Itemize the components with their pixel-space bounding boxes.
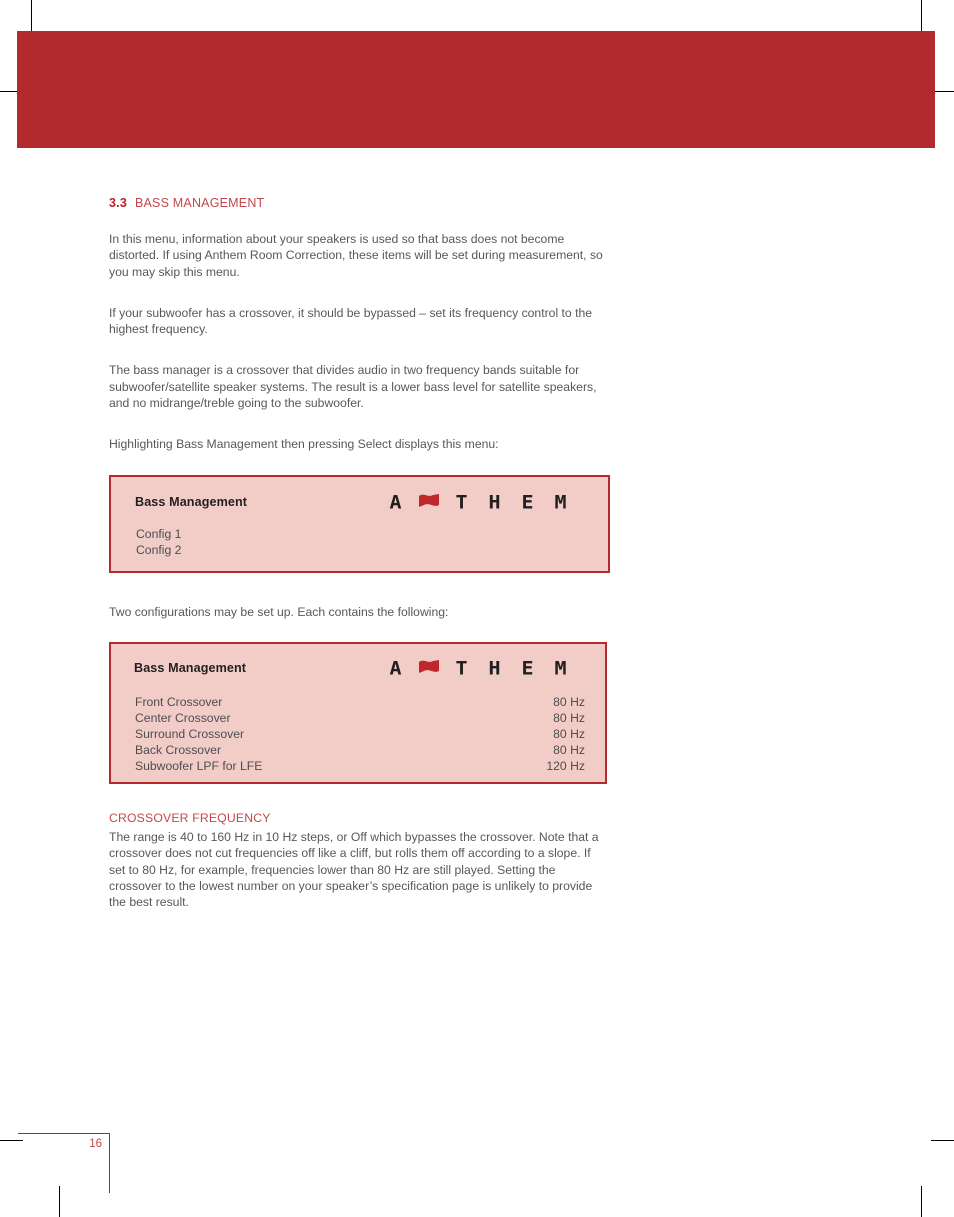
page-content: 3.3 BASS MANAGEMENT In this menu, informa… (109, 196, 729, 935)
table-row[interactable]: Center Crossover 80 Hz (135, 710, 585, 726)
crop-mark-bottom-right-vertical (921, 1186, 922, 1217)
logo-letter-t: T (455, 490, 468, 513)
setting-label: Back Crossover (135, 743, 222, 758)
flag-icon (412, 493, 445, 510)
setting-value: 80 Hz (553, 743, 585, 758)
logo-letter-t: T (455, 656, 468, 680)
logo-letter-a: A (389, 656, 402, 680)
menu-screenshot-config-list: Bass Management A T H E M Config 1 Confi… (109, 474, 610, 573)
setting-label: Subwoofer LPF for LFE (135, 759, 263, 774)
setting-label: Surround Crossover (135, 727, 245, 742)
crop-mark-top-right-vertical (921, 0, 922, 31)
crop-mark-top-left-vertical (31, 0, 32, 31)
paragraph-crossover-frequency: The range is 40 to 160 Hz in 10 Hz steps… (109, 829, 599, 910)
anthem-logo: A T H E M (379, 658, 577, 678)
logo-letter-e: E (521, 656, 534, 680)
paragraph-two-configs: Two configurations may be set up. Each c… (109, 604, 449, 619)
table-row[interactable]: Subwoofer LPF for LFE 120 Hz (135, 758, 585, 774)
anthem-logo: A T H E M (379, 492, 577, 512)
page-number: 16 (89, 1138, 102, 1150)
logo-letter-h: H (488, 656, 501, 680)
footer-rule-vertical (109, 1133, 110, 1193)
list-item[interactable]: Config 1 (136, 526, 181, 542)
table-row[interactable]: Surround Crossover 80 Hz (135, 726, 585, 742)
logo-letter-m: M (554, 656, 567, 680)
table-row[interactable]: Front Crossover 80 Hz (135, 694, 585, 710)
section-heading: 3.3 BASS MANAGEMENT (109, 196, 729, 210)
logo-letter-m: M (554, 490, 567, 513)
logo-letter-a: A (389, 490, 402, 513)
list-item[interactable]: Config 2 (136, 542, 181, 558)
setting-value: 80 Hz (553, 694, 585, 709)
menu-title: Bass Management (134, 660, 247, 675)
page-header-banner (17, 31, 935, 148)
setting-value: 80 Hz (553, 727, 585, 742)
paragraph-highlighting: Highlighting Bass Management then pressi… (109, 437, 499, 452)
crop-mark-bottom-right-horizontal (931, 1140, 954, 1141)
paragraph-bass-manager: The bass manager is a crossover that div… (109, 363, 597, 411)
logo-letter-e: E (521, 490, 534, 513)
crossover-settings-list: Front Crossover 80 Hz Center Crossover 8… (135, 694, 585, 774)
flag-icon (412, 659, 445, 676)
setting-value: 80 Hz (553, 711, 585, 726)
crop-mark-bottom-left-vertical (59, 1186, 60, 1217)
setting-label: Front Crossover (135, 694, 223, 709)
paragraph-subwoofer: If your subwoofer has a crossover, it sh… (109, 305, 593, 337)
footer-rule-horizontal (18, 1133, 110, 1134)
section-number: 3.3 (109, 196, 127, 210)
paragraph-intro: In this menu, information about your spe… (109, 232, 603, 279)
config-list: Config 1 Config 2 (136, 526, 181, 558)
setting-value: 120 Hz (546, 759, 585, 774)
logo-letter-h: H (488, 490, 501, 513)
section-title: BASS MANAGEMENT (134, 196, 265, 210)
menu-title: Bass Management (135, 494, 248, 509)
setting-label: Center Crossover (135, 711, 231, 726)
subsection-heading: CROSSOVER FREQUENCY (109, 810, 271, 825)
crop-mark-bottom-left-horizontal (0, 1140, 23, 1141)
table-row[interactable]: Back Crossover 80 Hz (135, 742, 585, 758)
menu-screenshot-crossover-settings: Bass Management A T H E M Front Crossove… (109, 641, 607, 784)
